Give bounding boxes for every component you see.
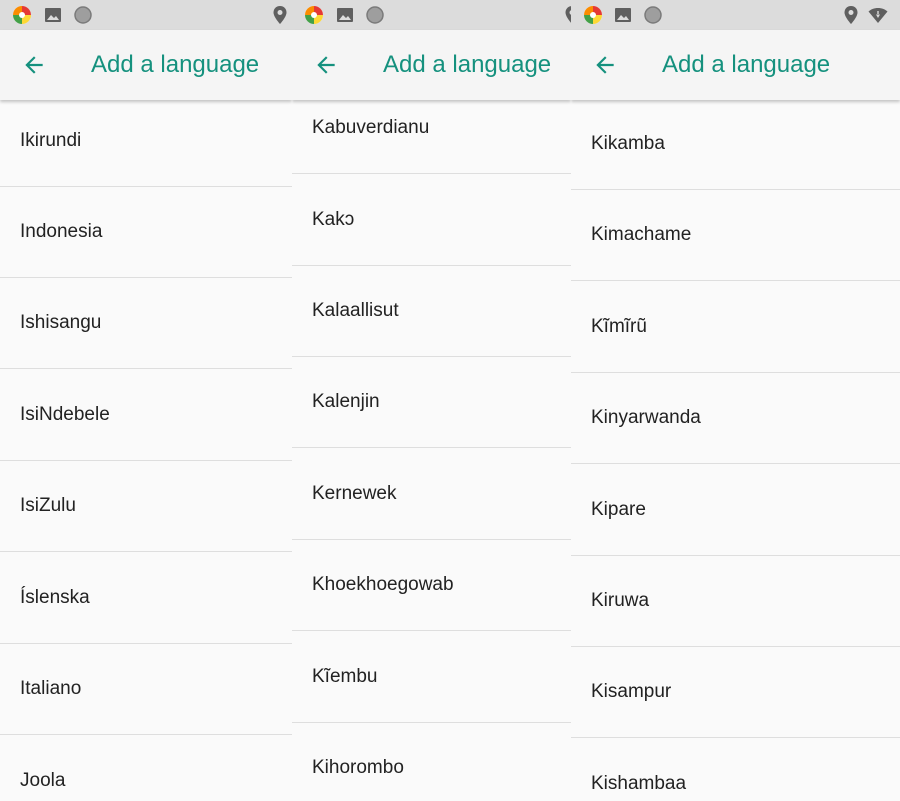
image-icon [615, 8, 631, 22]
language-label: Íslenska [20, 587, 90, 608]
language-item[interactable]: Kihorombo [292, 723, 571, 801]
language-label: Kihorombo [312, 757, 404, 778]
language-label: Kĩmĩrũ [591, 316, 647, 337]
location-icon [565, 6, 571, 23]
circle-icon [366, 6, 384, 24]
language-label: Kishambaa [591, 773, 687, 794]
image-icon [337, 8, 353, 22]
language-item[interactable]: Kalenjin [292, 357, 571, 448]
page-title: Add a language [91, 51, 260, 78]
page-title: Add a language [662, 51, 831, 78]
language-label: Joola [20, 770, 66, 791]
back-button[interactable] [583, 43, 627, 87]
language-item[interactable]: Kakɔ [292, 175, 571, 266]
app-colorful-icon [305, 6, 323, 24]
language-item[interactable]: Kĩembu [292, 632, 571, 723]
circle-icon [644, 6, 662, 24]
language-label: Kiruwa [591, 590, 650, 611]
language-label: Kimachame [591, 224, 692, 245]
back-button[interactable] [304, 43, 348, 87]
language-item[interactable]: Kĩmĩrũ [571, 282, 900, 373]
language-item[interactable]: Íslenska [0, 553, 292, 644]
status-bar [292, 0, 571, 30]
app-bar: Add a language [571, 30, 900, 100]
language-item[interactable]: Kiruwa [571, 556, 900, 647]
status-bar [571, 0, 900, 30]
language-item[interactable]: Kinyarwanda [571, 373, 900, 464]
app-bar: Add a language [292, 30, 571, 100]
language-label: Italiano [20, 678, 82, 699]
language-label: Kĩembu [312, 666, 378, 687]
location-icon [844, 6, 858, 24]
language-item[interactable]: IsiZulu [0, 461, 292, 552]
back-arrow-icon [596, 56, 614, 74]
screen-panel-1: Add a language Ikirundi Indonesia Ishisa… [0, 0, 292, 801]
language-item[interactable]: Joola [0, 736, 292, 801]
language-label: Indonesia [20, 221, 103, 242]
status-bar [0, 0, 292, 30]
language-list: Kikamba Kimachame Kĩmĩrũ Kinyarwanda Kip… [571, 100, 900, 801]
language-label: Ishisangu [20, 312, 102, 333]
back-arrow-icon [317, 56, 335, 74]
back-arrow-icon [25, 56, 43, 74]
back-button[interactable] [12, 43, 56, 87]
language-label: Kisampur [591, 681, 672, 702]
language-item[interactable]: Kishambaa [571, 739, 900, 801]
language-label: Kalenjin [312, 391, 380, 412]
language-item[interactable]: Ikirundi [0, 96, 292, 187]
language-label: Kikamba [591, 133, 665, 154]
language-item[interactable]: Kimachame [571, 190, 900, 281]
app-colorful-icon [584, 6, 602, 24]
language-item[interactable]: Kisampur [571, 647, 900, 738]
language-label: Kernewek [312, 483, 397, 504]
language-item[interactable]: Kipare [571, 465, 900, 556]
language-item[interactable]: Ishisangu [0, 278, 292, 369]
language-list: Kabuverdianu Kakɔ Kalaallisut Kalenjin K… [292, 100, 571, 801]
image-icon [45, 8, 61, 22]
language-label: Kipare [591, 499, 646, 520]
language-item[interactable]: Kernewek [292, 449, 571, 540]
language-label: IsiNdebele [20, 404, 110, 425]
language-item[interactable]: Italiano [0, 644, 292, 735]
language-list: Ikirundi Indonesia Ishisangu IsiNdebele … [0, 100, 292, 801]
language-label: Khoekhoegowab [312, 574, 454, 595]
wifi-icon [868, 8, 888, 23]
language-item[interactable]: Khoekhoegowab [292, 540, 571, 631]
language-label: IsiZulu [20, 495, 76, 516]
page-title: Add a language [383, 51, 552, 78]
language-label: Ikirundi [20, 130, 82, 151]
language-label: Kinyarwanda [591, 407, 701, 428]
language-label: Kalaallisut [312, 300, 399, 321]
language-label: Kakɔ [312, 209, 355, 230]
screen-panel-2: Add a language Kabuverdianu Kakɔ Kalaall… [292, 0, 571, 801]
screen-panel-3: Add a language Kikamba Kimachame Kĩmĩrũ … [571, 0, 900, 801]
circle-icon [74, 6, 92, 24]
language-item[interactable]: Indonesia [0, 187, 292, 278]
location-icon [273, 6, 287, 24]
language-item[interactable]: Kalaallisut [292, 266, 571, 357]
language-item[interactable]: Kikamba [571, 99, 900, 190]
app-bar: Add a language [0, 30, 292, 100]
app-colorful-icon [13, 6, 31, 24]
language-item[interactable]: IsiNdebele [0, 370, 292, 461]
